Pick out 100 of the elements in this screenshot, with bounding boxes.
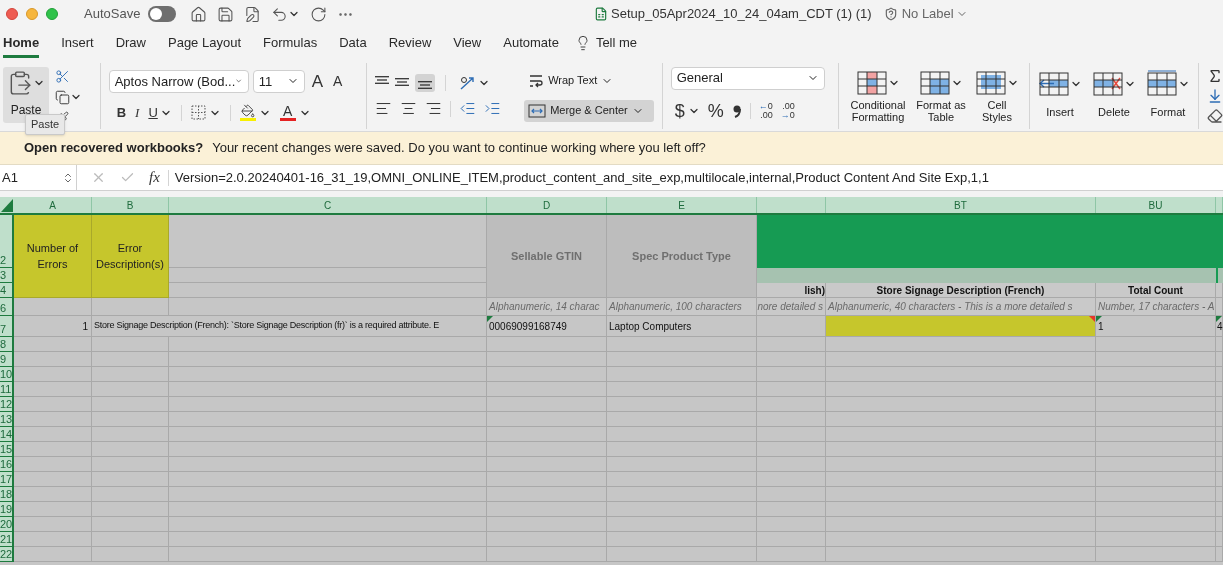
column-header[interactable]: BU — [1096, 197, 1216, 213]
row-header[interactable]: 15 — [0, 442, 14, 457]
insert-cells-button[interactable]: Insert — [1038, 70, 1082, 121]
fill-icon[interactable] — [1207, 87, 1223, 104]
align-bottom-button[interactable] — [414, 74, 435, 92]
align-left-icon[interactable] — [374, 100, 392, 117]
insert-function-button[interactable]: fx — [149, 166, 160, 189]
table-cell: 00069099168749 — [487, 316, 607, 337]
table-cell: 1 — [14, 316, 92, 337]
row-header[interactable]: 20 — [0, 517, 14, 532]
align-middle-icon[interactable] — [394, 78, 409, 86]
number-format-dropdown[interactable]: General — [670, 66, 825, 90]
ribbon-tab[interactable]: Review — [388, 30, 432, 58]
table-cell: Spec Product Type — [607, 215, 757, 298]
wrap-text-button[interactable]: Wrap Text — [524, 69, 654, 92]
format-as-table-button[interactable]: Format as Table — [913, 68, 969, 123]
align-bottom-icon — [417, 81, 432, 89]
borders-icon[interactable] — [190, 105, 206, 121]
fill-color-icon[interactable] — [239, 104, 256, 122]
row-header[interactable]: 2 — [0, 215, 14, 268]
merge-icon — [528, 103, 547, 118]
row-header[interactable]: 17 — [0, 472, 14, 487]
tell-me-field[interactable]: Tell me — [595, 32, 638, 53]
comma-style-icon[interactable] — [731, 104, 742, 118]
column-header[interactable]: D — [487, 197, 607, 213]
increase-decimal-button[interactable]: ←0 .00 — [758, 102, 773, 120]
font-name-dropdown[interactable]: Aptos Narrow (Bod... — [108, 69, 249, 93]
row-header[interactable]: 9 — [0, 352, 14, 367]
conditional-formatting-button[interactable]: Conditional Formatting — [847, 68, 909, 123]
shrink-font-button[interactable]: A — [330, 70, 346, 92]
row-header[interactable]: 14 — [0, 427, 14, 442]
increase-indent-icon[interactable] — [483, 100, 501, 117]
formula-field[interactable]: Version=2.0.20240401-16_31_19,OMNI_ONLINE_ITEM,product_content_and_site_exp,multilocale,internal,Product Content And Site Exp,1,1 — [174, 167, 989, 188]
grow-font-button[interactable]: A — [308, 68, 326, 94]
table-cell: Error Description(s) — [92, 215, 169, 298]
row-header[interactable]: 18 — [0, 487, 14, 502]
ribbon-tab[interactable]: Page Layout — [168, 30, 241, 58]
table-cell: Number of Errors — [14, 215, 92, 298]
hint-cell: Number, 17 characters - A — [1096, 298, 1216, 316]
format-cells-button[interactable]: Format — [1146, 70, 1190, 121]
merge-center-button[interactable]: Merge & Center — [524, 99, 654, 122]
row-header[interactable]: 3 — [0, 268, 14, 283]
row-header[interactable]: 8 — [0, 337, 14, 352]
table-cell: Total Count — [1096, 283, 1216, 298]
row-header[interactable]: 19 — [0, 502, 14, 517]
row-header[interactable]: 11 — [0, 382, 14, 397]
row-header[interactable]: 4 — [0, 283, 14, 298]
cut-icon[interactable] — [55, 68, 70, 84]
italic-button[interactable]: I — [135, 103, 140, 123]
table-cell: 1 — [1096, 316, 1216, 337]
home-icon[interactable] — [190, 5, 208, 23]
close-window-icon[interactable] — [6, 8, 18, 20]
row-header[interactable]: 10 — [0, 367, 14, 382]
font-size-dropdown[interactable]: 11 — [252, 69, 305, 93]
redo-icon[interactable] — [310, 5, 328, 23]
column-header[interactable]: C — [169, 197, 487, 213]
message-text: Your recent changes were saved. Do you want to continue working where you left off? — [212, 139, 706, 158]
select-all-icon[interactable] — [0, 197, 14, 213]
ribbon-tab[interactable]: Draw — [115, 30, 146, 58]
format-cells-icon — [1146, 70, 1178, 99]
ribbon-tab[interactable]: Insert — [61, 30, 94, 58]
hint-cell: nore detailed s — [757, 298, 826, 316]
copy-icon[interactable] — [55, 89, 70, 105]
cell-styles-button[interactable]: Cell Styles — [973, 68, 1021, 123]
row-header[interactable]: 22 — [0, 547, 14, 562]
column-header[interactable]: E — [607, 197, 757, 213]
save-as-icon[interactable] — [244, 5, 262, 23]
decrease-decimal-button[interactable]: .00 →0 — [780, 102, 795, 120]
underline-button[interactable]: U — [148, 103, 158, 123]
row-header[interactable]: 7 — [0, 316, 14, 337]
ribbon-tab[interactable]: Formulas — [263, 30, 318, 58]
ribbon-tab[interactable]: Automate — [503, 30, 559, 58]
row-header[interactable]: 6 — [0, 298, 14, 316]
column-header[interactable]: A — [14, 197, 92, 213]
clear-icon[interactable] — [1207, 107, 1223, 124]
delete-cells-button[interactable]: Delete — [1092, 70, 1136, 121]
undo-icon[interactable] — [271, 5, 289, 23]
font-color-button[interactable]: A — [279, 104, 296, 122]
row-header[interactable]: 16 — [0, 457, 14, 472]
column-header[interactable]: B — [92, 197, 169, 213]
autosave-toggle[interactable] — [148, 6, 177, 22]
autosum-icon[interactable] — [1207, 67, 1223, 84]
ribbon-tab[interactable]: Data — [339, 30, 367, 58]
name-box[interactable]: A1 — [0, 165, 77, 190]
zoom-window-icon[interactable] — [46, 8, 58, 20]
percent-button[interactable]: % — [707, 97, 724, 125]
row-header[interactable]: 13 — [0, 412, 14, 427]
row-header[interactable]: 21 — [0, 532, 14, 547]
align-center-icon[interactable] — [399, 100, 417, 117]
column-header[interactable]: BT — [826, 197, 1096, 213]
sensitivity-label[interactable]: No Label — [901, 4, 954, 24]
save-icon[interactable] — [217, 5, 235, 23]
align-right-icon[interactable] — [424, 100, 442, 117]
align-top-icon[interactable] — [374, 76, 389, 84]
row-header[interactable]: 12 — [0, 397, 14, 412]
ribbon-tab[interactable]: View — [453, 30, 482, 58]
bold-button[interactable]: B — [116, 103, 127, 123]
decrease-indent-icon[interactable] — [458, 100, 476, 117]
currency-button[interactable]: $ — [674, 97, 685, 125]
conditional-formatting-icon — [856, 68, 888, 97]
